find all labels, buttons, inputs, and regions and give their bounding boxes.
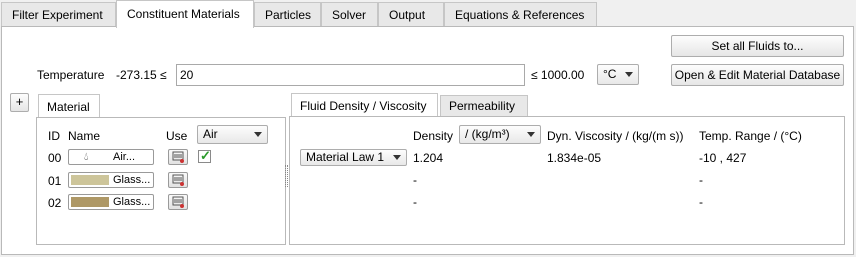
temperature-label: Temperature: [37, 68, 105, 82]
temperature-min: -273.15 ≤: [116, 68, 167, 82]
header-temp-range: Temp. Range / (°C): [699, 129, 802, 143]
material-properties-icon[interactable]: [168, 149, 188, 165]
header-name: Name: [68, 129, 101, 143]
chevron-down-icon: [625, 72, 633, 77]
tab-fluid-density-viscosity[interactable]: Fluid Density / Viscosity: [291, 93, 438, 116]
temperature-unit-value: °C: [603, 67, 617, 81]
add-material-button[interactable]: +: [10, 93, 29, 112]
temp-range-value: -: [699, 195, 703, 209]
temperature-input[interactable]: 20: [176, 64, 525, 86]
temp-range-value: -10 , 427: [699, 151, 747, 165]
chevron-down-icon: [393, 155, 401, 160]
material-name: Air...: [113, 151, 136, 163]
density-value: -: [413, 195, 417, 209]
use-select-value: Air: [203, 127, 218, 141]
material-id: 01: [48, 174, 62, 188]
tab-constituent-materials[interactable]: Constituent Materials: [116, 0, 254, 28]
viscosity-value: 1.834e-05: [547, 151, 602, 165]
material-law-select[interactable]: Material Law 1: [300, 149, 407, 166]
tab-solver[interactable]: Solver: [321, 2, 378, 27]
temp-range-value: -: [699, 173, 703, 187]
tab-particles[interactable]: Particles: [254, 2, 321, 27]
material-properties-icon[interactable]: [168, 194, 188, 210]
material-properties-icon[interactable]: [168, 172, 188, 188]
open-edit-material-database-button[interactable]: Open & Edit Material Database: [671, 64, 844, 86]
header-id: ID: [48, 129, 60, 143]
material-button-air[interactable]: 💧︎ Air...: [68, 149, 154, 165]
chevron-down-icon: [527, 132, 535, 137]
use-select[interactable]: Air: [197, 125, 268, 144]
temperature-max: ≤ 1000.00: [531, 68, 585, 82]
tab-permeability[interactable]: Permeability: [440, 95, 528, 116]
material-color-swatch: [71, 197, 109, 207]
header-viscosity: Dyn. Viscosity / (kg/(m s)): [547, 129, 684, 143]
material-color-swatch: [71, 175, 109, 185]
density-unit-select[interactable]: / (kg/m³): [459, 125, 541, 144]
density-value: 1.204: [413, 151, 444, 165]
droplet-icon: 💧︎: [84, 151, 89, 163]
material-name: Glass...: [113, 174, 151, 186]
checkmark-icon: ✓: [200, 148, 211, 163]
header-use: Use: [166, 129, 188, 143]
material-name: Glass...: [113, 196, 151, 208]
density-unit-value: / (kg/m³): [465, 127, 510, 141]
set-all-fluids-button[interactable]: Set all Fluids to...: [671, 35, 844, 57]
temperature-unit-select[interactable]: °C: [597, 64, 639, 85]
tab-material[interactable]: Material: [38, 94, 100, 117]
tab-filter-experiment[interactable]: Filter Experiment: [1, 2, 116, 27]
material-law-value: Material Law 1: [306, 150, 385, 164]
tab-equations-references[interactable]: Equations & References: [444, 2, 597, 27]
header-density: Density: [413, 129, 454, 143]
material-button-glass-1[interactable]: Glass...: [68, 172, 154, 188]
material-id: 02: [48, 196, 62, 210]
chevron-down-icon: [254, 132, 262, 137]
density-value: -: [413, 173, 417, 187]
material-button-glass-2[interactable]: Glass...: [68, 194, 154, 210]
material-id: 00: [48, 151, 62, 165]
tab-output[interactable]: Output: [378, 2, 444, 27]
splitter-handle[interactable]: [285, 165, 288, 187]
use-checkbox[interactable]: ✓: [198, 148, 211, 163]
